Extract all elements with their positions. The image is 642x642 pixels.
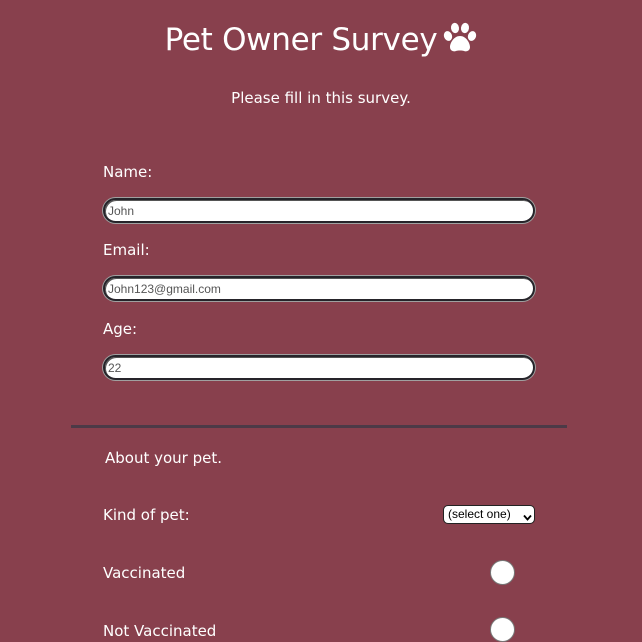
vaccinated-radio[interactable] [490, 560, 515, 585]
age-input[interactable] [103, 355, 535, 380]
age-label: Age: [103, 320, 138, 338]
email-label: Email: [103, 241, 150, 259]
email-input[interactable] [103, 276, 535, 301]
not-vaccinated-label: Not Vaccinated [103, 622, 217, 640]
survey-description: Please fill in this survey. [231, 89, 411, 107]
paw-icon [443, 22, 477, 66]
pet-kind-select[interactable]: (select one) [443, 505, 535, 524]
section-divider [71, 425, 567, 428]
chevron-down-icon [523, 510, 532, 521]
pet-kind-select-value: (select one) [448, 507, 511, 521]
pet-kind-label: Kind of pet: [103, 506, 190, 524]
page-title-text: Pet Owner Survey [164, 22, 438, 58]
name-label: Name: [103, 163, 153, 181]
not-vaccinated-radio[interactable] [490, 617, 515, 642]
name-input[interactable] [103, 198, 535, 223]
pet-section-heading: About your pet. [105, 449, 223, 467]
vaccinated-label: Vaccinated [103, 564, 186, 582]
page-title: Pet Owner Survey [0, 18, 642, 66]
